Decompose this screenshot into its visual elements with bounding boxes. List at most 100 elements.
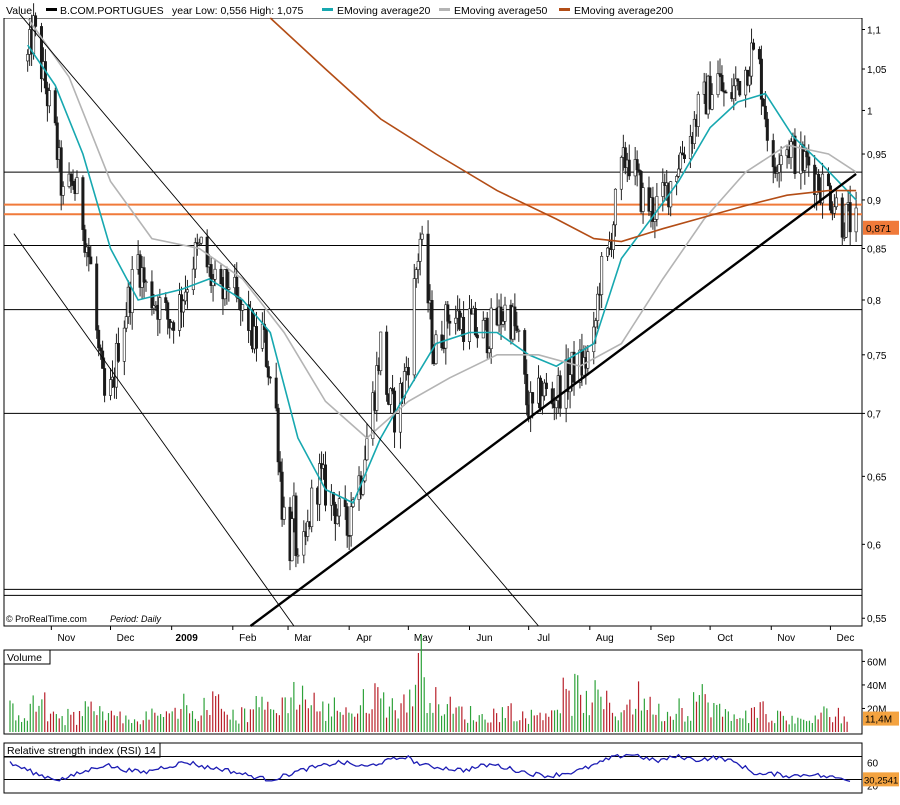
candle-up [124,316,128,329]
candle-up [420,233,424,240]
volume-y-tick-label: 40M [867,681,886,692]
x-tick-label: Nov [777,633,795,644]
candle-up [158,297,162,320]
candle-up [779,155,783,165]
candle-down [97,329,101,349]
candle-up [641,187,645,212]
candle-up [834,197,838,208]
candle-up [854,207,858,233]
candle-down [324,464,328,506]
candle-down [103,368,107,396]
candle-down [793,135,797,174]
candle-down [761,98,765,107]
candle-up [199,236,203,244]
candle-down [462,316,466,342]
candle-down [274,377,278,409]
candle-up [227,287,231,290]
candle-down [627,159,631,177]
x-tick-label: Mar [294,633,312,644]
candle-up [600,256,604,295]
candle-down [266,366,270,378]
candle-down [81,177,85,230]
candle-down [763,105,767,120]
candle-up [503,304,507,322]
candle-down [724,91,728,94]
period-text: Period: Daily [110,614,162,624]
candle-down [278,461,282,473]
candle-down [826,173,830,187]
candle-down [385,331,389,395]
price-y-tick-label: 0,65 [867,472,887,483]
legend-swatch-ema200 [559,8,570,11]
x-tick-label: Jul [537,633,550,644]
candle-up [47,90,51,107]
candle-down [525,374,529,406]
x-tick-label: Nov [57,633,75,644]
candle-up [375,365,379,411]
candle-down [71,180,75,186]
candle-down [558,375,562,409]
price-y-tick-label: 0,9 [867,196,881,207]
candle-up [789,141,793,158]
candle-up [489,307,493,349]
candle-up [554,400,558,409]
candle-up [185,289,189,293]
candle-down [172,322,176,331]
candle-down [164,297,168,303]
candle-up [241,304,245,311]
candle-down [840,197,844,238]
legend-label-ema200: EMoving average200 [574,5,673,17]
x-tick-label: Dec [117,633,135,644]
symbol-swatch [46,8,57,11]
candle-up [191,268,195,291]
candle-up [596,293,600,321]
candle-down [87,246,91,258]
candle-down [142,267,146,283]
price-y-tick-label: 0,55 [867,614,887,625]
candle-down [166,302,170,320]
chart-stage: Value B.COM.PORTUGUES year Low: 0,556 Hi… [0,0,900,800]
range-label: year Low: 0,556 High: 1,075 [172,5,303,17]
candle-down [448,320,452,324]
candle-down [205,236,209,268]
candle-down [531,392,535,404]
candle-up [777,164,781,173]
x-tick-label: May [414,633,433,644]
candle-down [513,306,517,327]
candle-down [759,58,763,100]
x-tick-label: Oct [717,633,733,644]
symbol-label: B.COM.PORTUGUES [60,5,164,17]
candle-up [144,281,148,284]
price-y-tick-label: 0,85 [867,244,887,255]
candle-up [310,487,314,527]
volume-last-label: 11,4M [865,715,892,726]
x-tick-label: Aug [596,633,614,644]
candle-up [594,320,598,328]
candle-down [99,347,103,352]
candle-up [434,334,438,364]
candle-up [677,168,681,177]
x-tick-label: Feb [239,633,257,644]
candle-down [69,173,73,182]
candle-up [365,438,369,461]
candle-up [318,463,322,505]
candle-down [53,90,57,124]
candle-up [716,73,720,95]
candle-down [485,317,489,354]
candle-up [655,196,659,220]
candle-down [515,325,519,331]
candle-up [213,268,217,280]
rsi-last-label: 30,2541 [864,775,898,786]
candle-down [807,156,811,166]
candle-down [225,269,229,290]
candle-down [430,300,434,353]
chart-svg: Value B.COM.PORTUGUES year Low: 0,556 Hi… [0,3,900,794]
candle-up [290,518,294,562]
candle-up [349,506,353,536]
candle-up [844,203,848,238]
rsi-y-axis: 602030,2541 [863,758,899,792]
candle-down [219,268,223,285]
rsi-y-tick-label: 60 [867,758,879,769]
legend-label-ema50: EMoving average50 [454,5,548,17]
candle-up [109,379,113,396]
